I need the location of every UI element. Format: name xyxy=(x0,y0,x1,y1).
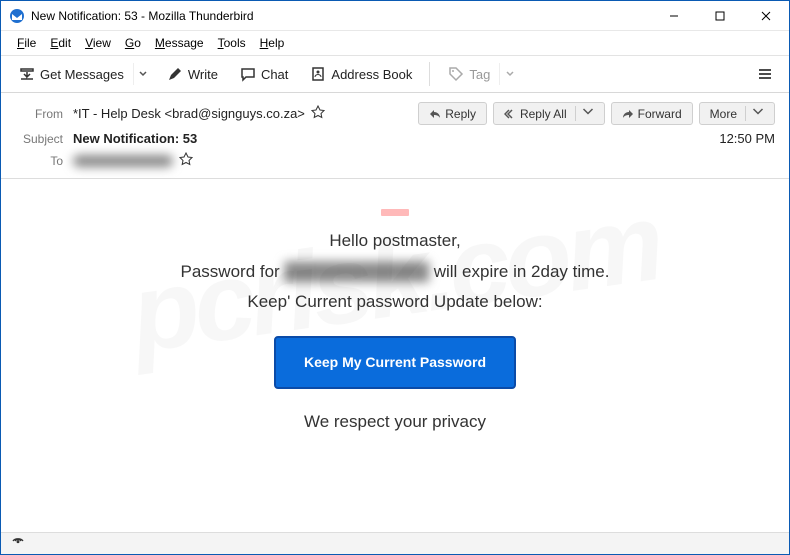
reply-icon xyxy=(429,108,441,120)
main-toolbar: Get Messages Write Chat Address Book Tag xyxy=(1,55,789,93)
menu-message[interactable]: Message xyxy=(149,34,210,52)
keep-password-button[interactable]: Keep My Current Password xyxy=(274,336,516,389)
status-bar xyxy=(1,532,789,554)
menu-view[interactable]: View xyxy=(79,34,117,52)
chat-button[interactable]: Chat xyxy=(231,61,297,87)
download-icon xyxy=(19,66,35,82)
get-messages-button[interactable]: Get Messages xyxy=(10,61,133,87)
window-title: New Notification: 53 - Mozilla Thunderbi… xyxy=(31,9,651,23)
message-header: From *IT - Help Desk <brad@signguys.co.z… xyxy=(1,93,789,179)
menu-edit[interactable]: Edit xyxy=(44,34,77,52)
window-titlebar: New Notification: 53 - Mozilla Thunderbi… xyxy=(1,1,789,31)
chevron-down-icon xyxy=(575,106,594,121)
subject-label: Subject xyxy=(15,132,63,146)
menu-go[interactable]: Go xyxy=(119,34,147,52)
redacted-account: ████████████ xyxy=(284,262,429,281)
privacy-footer: We respect your privacy xyxy=(41,407,749,438)
toolbar-separator xyxy=(429,62,430,86)
to-value-redacted xyxy=(73,155,173,167)
instruction-text: Keep' Current password Update below: xyxy=(41,287,749,318)
app-icon xyxy=(9,8,25,24)
address-book-label: Address Book xyxy=(331,67,412,82)
menu-file[interactable]: File xyxy=(11,34,42,52)
subject-value: New Notification: 53 xyxy=(73,131,197,146)
chat-icon xyxy=(240,66,256,82)
address-book-button[interactable]: Address Book xyxy=(301,61,421,87)
app-menu-button[interactable] xyxy=(749,60,781,88)
get-messages-label: Get Messages xyxy=(40,67,124,82)
reply-all-icon xyxy=(504,108,516,120)
greeting-text: Hello postmaster, xyxy=(41,226,749,257)
tag-icon xyxy=(448,66,464,82)
menu-bar: File Edit View Go Message Tools Help xyxy=(1,31,789,55)
tag-dropdown[interactable] xyxy=(499,63,519,85)
tag-button[interactable]: Tag xyxy=(439,61,499,87)
star-recipient-button[interactable] xyxy=(179,152,193,169)
more-button[interactable]: More xyxy=(699,102,775,125)
get-messages-dropdown[interactable] xyxy=(133,63,153,85)
tag-label: Tag xyxy=(469,67,490,82)
close-button[interactable] xyxy=(743,1,789,31)
menu-tools[interactable]: Tools xyxy=(212,34,252,52)
forward-icon xyxy=(622,108,634,120)
chevron-down-icon xyxy=(745,106,764,121)
hamburger-icon xyxy=(757,66,773,82)
menu-help[interactable]: Help xyxy=(254,34,291,52)
message-time: 12:50 PM xyxy=(719,131,775,146)
maximize-button[interactable] xyxy=(697,1,743,31)
write-label: Write xyxy=(188,67,218,82)
to-label: To xyxy=(15,154,63,168)
from-label: From xyxy=(15,107,63,121)
online-status-icon[interactable] xyxy=(11,534,25,553)
star-contact-button[interactable] xyxy=(311,105,325,122)
password-expiry-line: Password for ████████████ will expire in… xyxy=(41,257,749,288)
from-value: *IT - Help Desk <brad@signguys.co.za> xyxy=(73,106,305,121)
message-body: Hello postmaster, Password for █████████… xyxy=(1,179,789,448)
address-book-icon xyxy=(310,66,326,82)
reply-button[interactable]: Reply xyxy=(418,102,487,125)
pencil-icon xyxy=(167,66,183,82)
forward-button[interactable]: Forward xyxy=(611,102,693,125)
reply-all-button[interactable]: Reply All xyxy=(493,102,605,125)
minimize-button[interactable] xyxy=(651,1,697,31)
chat-label: Chat xyxy=(261,67,288,82)
write-button[interactable]: Write xyxy=(158,61,227,87)
decorative-bar xyxy=(381,209,409,216)
